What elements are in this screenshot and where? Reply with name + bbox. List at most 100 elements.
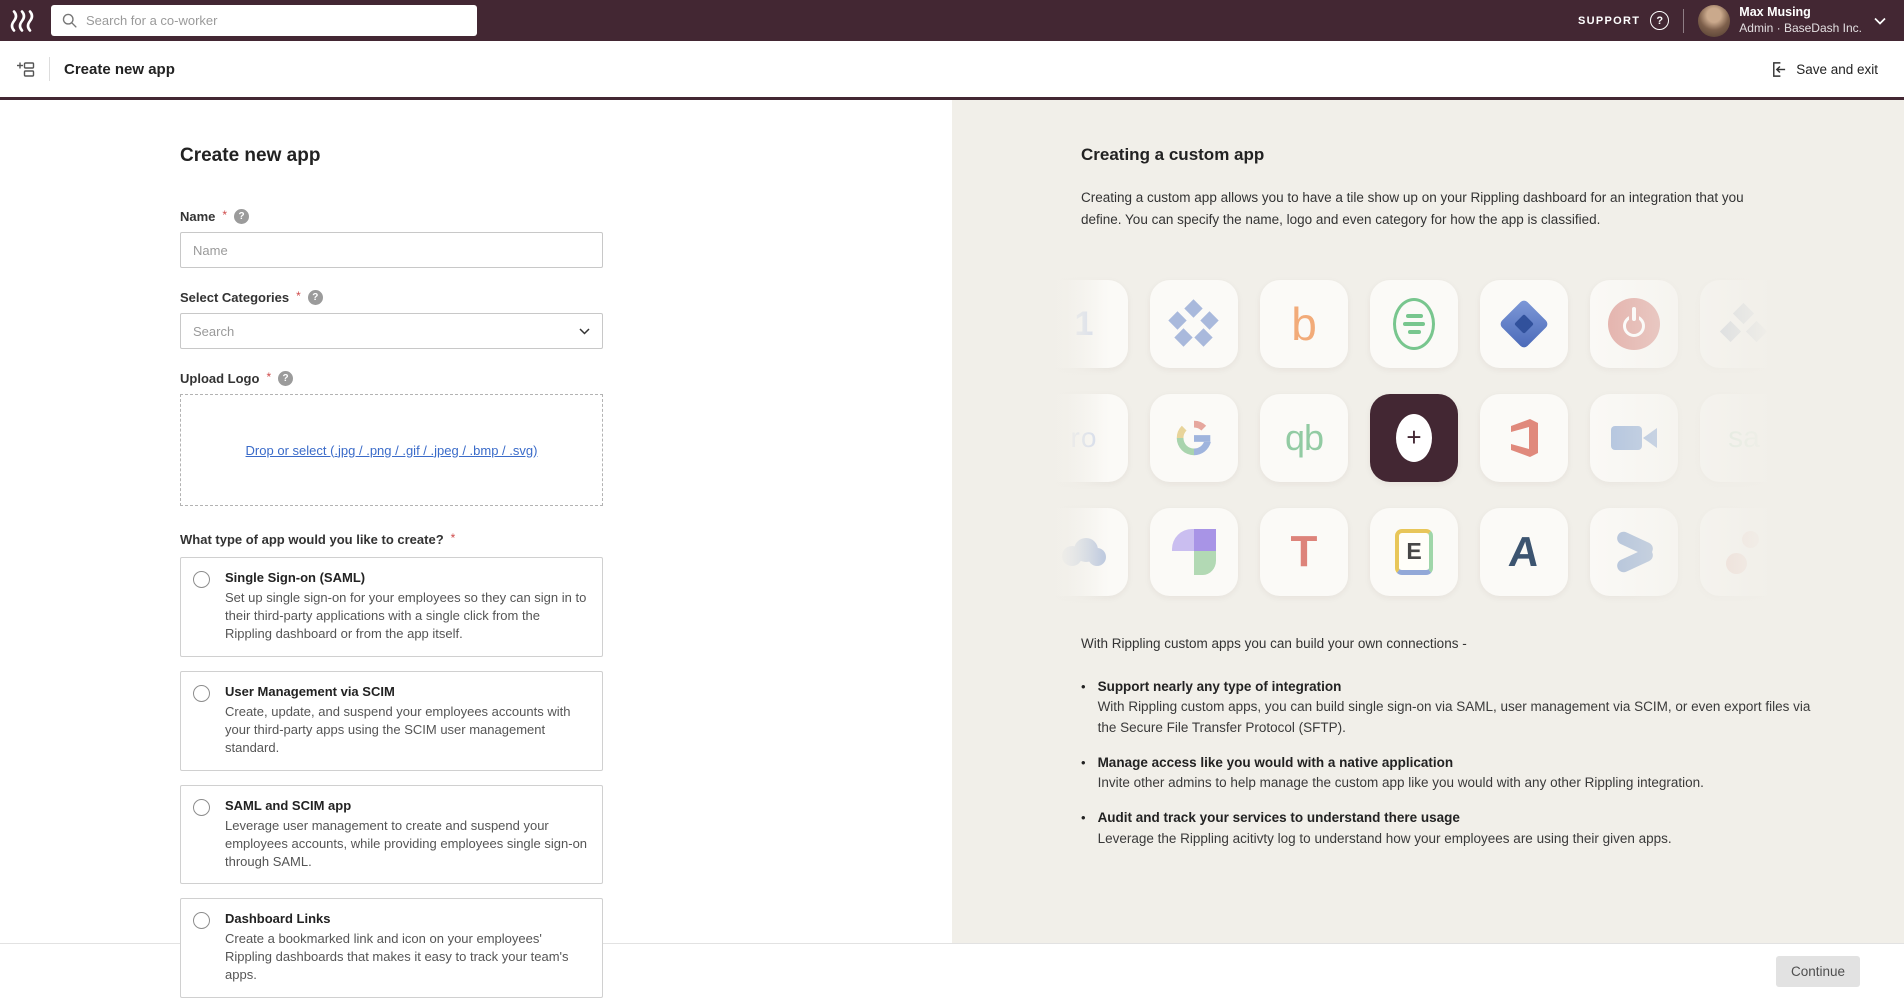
app-tile-quickbooks: qb xyxy=(1260,394,1348,482)
user-name: Max Musing xyxy=(1739,5,1862,21)
app-tile-video xyxy=(1590,394,1678,482)
coworker-search[interactable] xyxy=(51,5,477,36)
bullet-text: Leverage the Rippling acitivty log to un… xyxy=(1098,829,1672,849)
purple-green-flag-logo xyxy=(1172,529,1216,575)
required-asterisk: * xyxy=(296,289,301,303)
ro-circle-logo: ro xyxy=(1071,422,1098,454)
required-asterisk: * xyxy=(266,370,271,384)
app-tile-slanted-a: A xyxy=(1480,508,1568,596)
app-tile-letter-b: b xyxy=(1260,280,1348,368)
option-description: Create, update, and suspend your employe… xyxy=(225,703,588,757)
option-saml-and-scim[interactable]: SAML and SCIM app Leverage user manageme… xyxy=(180,785,603,885)
framed-e-logo: E xyxy=(1395,529,1433,575)
option-title: SAML and SCIM app xyxy=(225,798,588,813)
drop-or-select-link[interactable]: Drop or select (.jpg / .png / .gif / .jp… xyxy=(246,443,538,458)
required-asterisk: * xyxy=(451,531,456,545)
radio-button[interactable] xyxy=(193,799,210,816)
option-dashboard-links[interactable]: Dashboard Links Create a bookmarked link… xyxy=(180,898,603,998)
user-menu[interactable]: Max Musing Admin · BaseDash Inc. xyxy=(1739,5,1862,36)
option-title: Single Sign-on (SAML) xyxy=(225,570,588,585)
save-and-exit-button[interactable]: Save and exit xyxy=(1770,61,1878,78)
list-item: • Support nearly any type of integration… xyxy=(1081,677,1821,738)
panel-intro: Creating a custom app allows you to have… xyxy=(1081,187,1781,230)
search-input[interactable] xyxy=(86,13,467,28)
video-camera-logo xyxy=(1611,426,1657,450)
help-icon[interactable]: ? xyxy=(1650,11,1669,30)
support-link[interactable]: SUPPORT xyxy=(1578,15,1640,27)
list-item: • Audit and track your services to under… xyxy=(1081,808,1821,849)
page-title: Create new app xyxy=(64,61,175,78)
benefits-list: • Support nearly any type of integration… xyxy=(1081,677,1821,849)
curved-x-logo xyxy=(1612,532,1656,572)
bullet-icon: • xyxy=(1081,808,1086,849)
quickbooks-qb-logo: qb xyxy=(1285,417,1323,459)
green-oval-lines-logo xyxy=(1393,298,1435,350)
categories-help-icon[interactable]: ? xyxy=(308,290,323,305)
bullet-icon: • xyxy=(1081,753,1086,794)
upload-help-icon[interactable]: ? xyxy=(278,371,293,386)
app-tile-blue-diamond xyxy=(1480,280,1568,368)
sa-letters-logo: sa xyxy=(1728,421,1760,455)
option-title: Dashboard Links xyxy=(225,911,588,926)
app-tile-sa: sa xyxy=(1700,394,1788,482)
app-tile-google xyxy=(1150,394,1238,482)
radio-button[interactable] xyxy=(193,912,210,929)
create-app-form: Create new app Name * ? Select Categories… xyxy=(0,100,952,943)
name-field[interactable] xyxy=(180,232,603,268)
option-description: Create a bookmarked link and icon on you… xyxy=(225,930,588,984)
option-title: User Management via SCIM xyxy=(225,684,588,699)
app-tile-curved-x xyxy=(1590,508,1678,596)
categories-label: Select Categories xyxy=(180,290,289,305)
app-tile-green-oval xyxy=(1370,280,1458,368)
bullet-text: With Rippling custom apps, you can build… xyxy=(1098,697,1821,738)
blue-diamond-logo xyxy=(1499,299,1550,350)
bullet-icon: • xyxy=(1081,677,1086,738)
stacked-diamonds-logo xyxy=(1721,306,1767,342)
blocky-one-logo: 1 xyxy=(1075,305,1094,344)
radio-button[interactable] xyxy=(193,571,210,588)
custom-app-plus-tile: + xyxy=(1370,394,1458,482)
office-logo xyxy=(1504,416,1544,460)
rippling-logo[interactable] xyxy=(10,9,37,33)
bullet-text: Invite other admins to help manage the c… xyxy=(1098,773,1704,793)
letter-t-logo: T xyxy=(1291,530,1318,574)
app-tile-flag xyxy=(1150,508,1238,596)
user-role: Admin · BaseDash Inc. xyxy=(1739,21,1862,36)
name-help-icon[interactable]: ? xyxy=(234,209,249,224)
topbar-divider xyxy=(1683,9,1684,33)
name-label: Name xyxy=(180,209,215,224)
app-tile-blocky-one: 1 xyxy=(1040,280,1128,368)
add-to-list-icon[interactable] xyxy=(12,57,39,82)
bullet-title: Support nearly any type of integration xyxy=(1098,677,1821,697)
slanted-a-logo: A xyxy=(1507,531,1542,573)
exit-icon xyxy=(1770,61,1787,78)
required-asterisk: * xyxy=(222,208,227,222)
list-item: • Manage access like you would with a na… xyxy=(1081,753,1821,794)
app-tile-diamond-pentagon xyxy=(1150,280,1238,368)
top-navigation-bar: SUPPORT ? Max Musing Admin · BaseDash In… xyxy=(0,0,1904,41)
form-heading: Create new app xyxy=(180,145,603,167)
user-avatar[interactable] xyxy=(1698,5,1730,37)
custom-app-info-panel: Creating a custom app Creating a custom … xyxy=(952,100,1904,943)
letter-b-logo: b xyxy=(1291,301,1317,347)
continue-button[interactable]: Continue xyxy=(1776,956,1860,987)
option-user-management-scim[interactable]: User Management via SCIM Create, update,… xyxy=(180,671,603,771)
categories-select[interactable] xyxy=(180,313,603,349)
save-and-exit-label: Save and exit xyxy=(1796,62,1878,77)
bullet-title: Audit and track your services to underst… xyxy=(1098,808,1672,828)
toolbar-divider xyxy=(49,57,50,81)
panel-heading: Creating a custom app xyxy=(1081,145,1904,165)
app-tile-pink-dots xyxy=(1700,508,1788,596)
option-description: Leverage user management to create and s… xyxy=(225,817,588,871)
option-single-sign-on-saml[interactable]: Single Sign-on (SAML) Set up single sign… xyxy=(180,557,603,657)
upload-logo-label: Upload Logo xyxy=(180,371,259,386)
app-tile-power xyxy=(1590,280,1678,368)
search-icon xyxy=(61,12,78,29)
radio-button[interactable] xyxy=(193,685,210,702)
logo-dropzone[interactable]: Drop or select (.jpg / .png / .gif / .jp… xyxy=(180,394,603,506)
app-tile-cloud xyxy=(1040,508,1128,596)
chevron-down-icon[interactable] xyxy=(1874,17,1886,25)
connections-line: With Rippling custom apps you can build … xyxy=(1081,636,1904,651)
cloud-logo xyxy=(1062,538,1106,566)
bullet-title: Manage access like you would with a nati… xyxy=(1098,753,1704,773)
